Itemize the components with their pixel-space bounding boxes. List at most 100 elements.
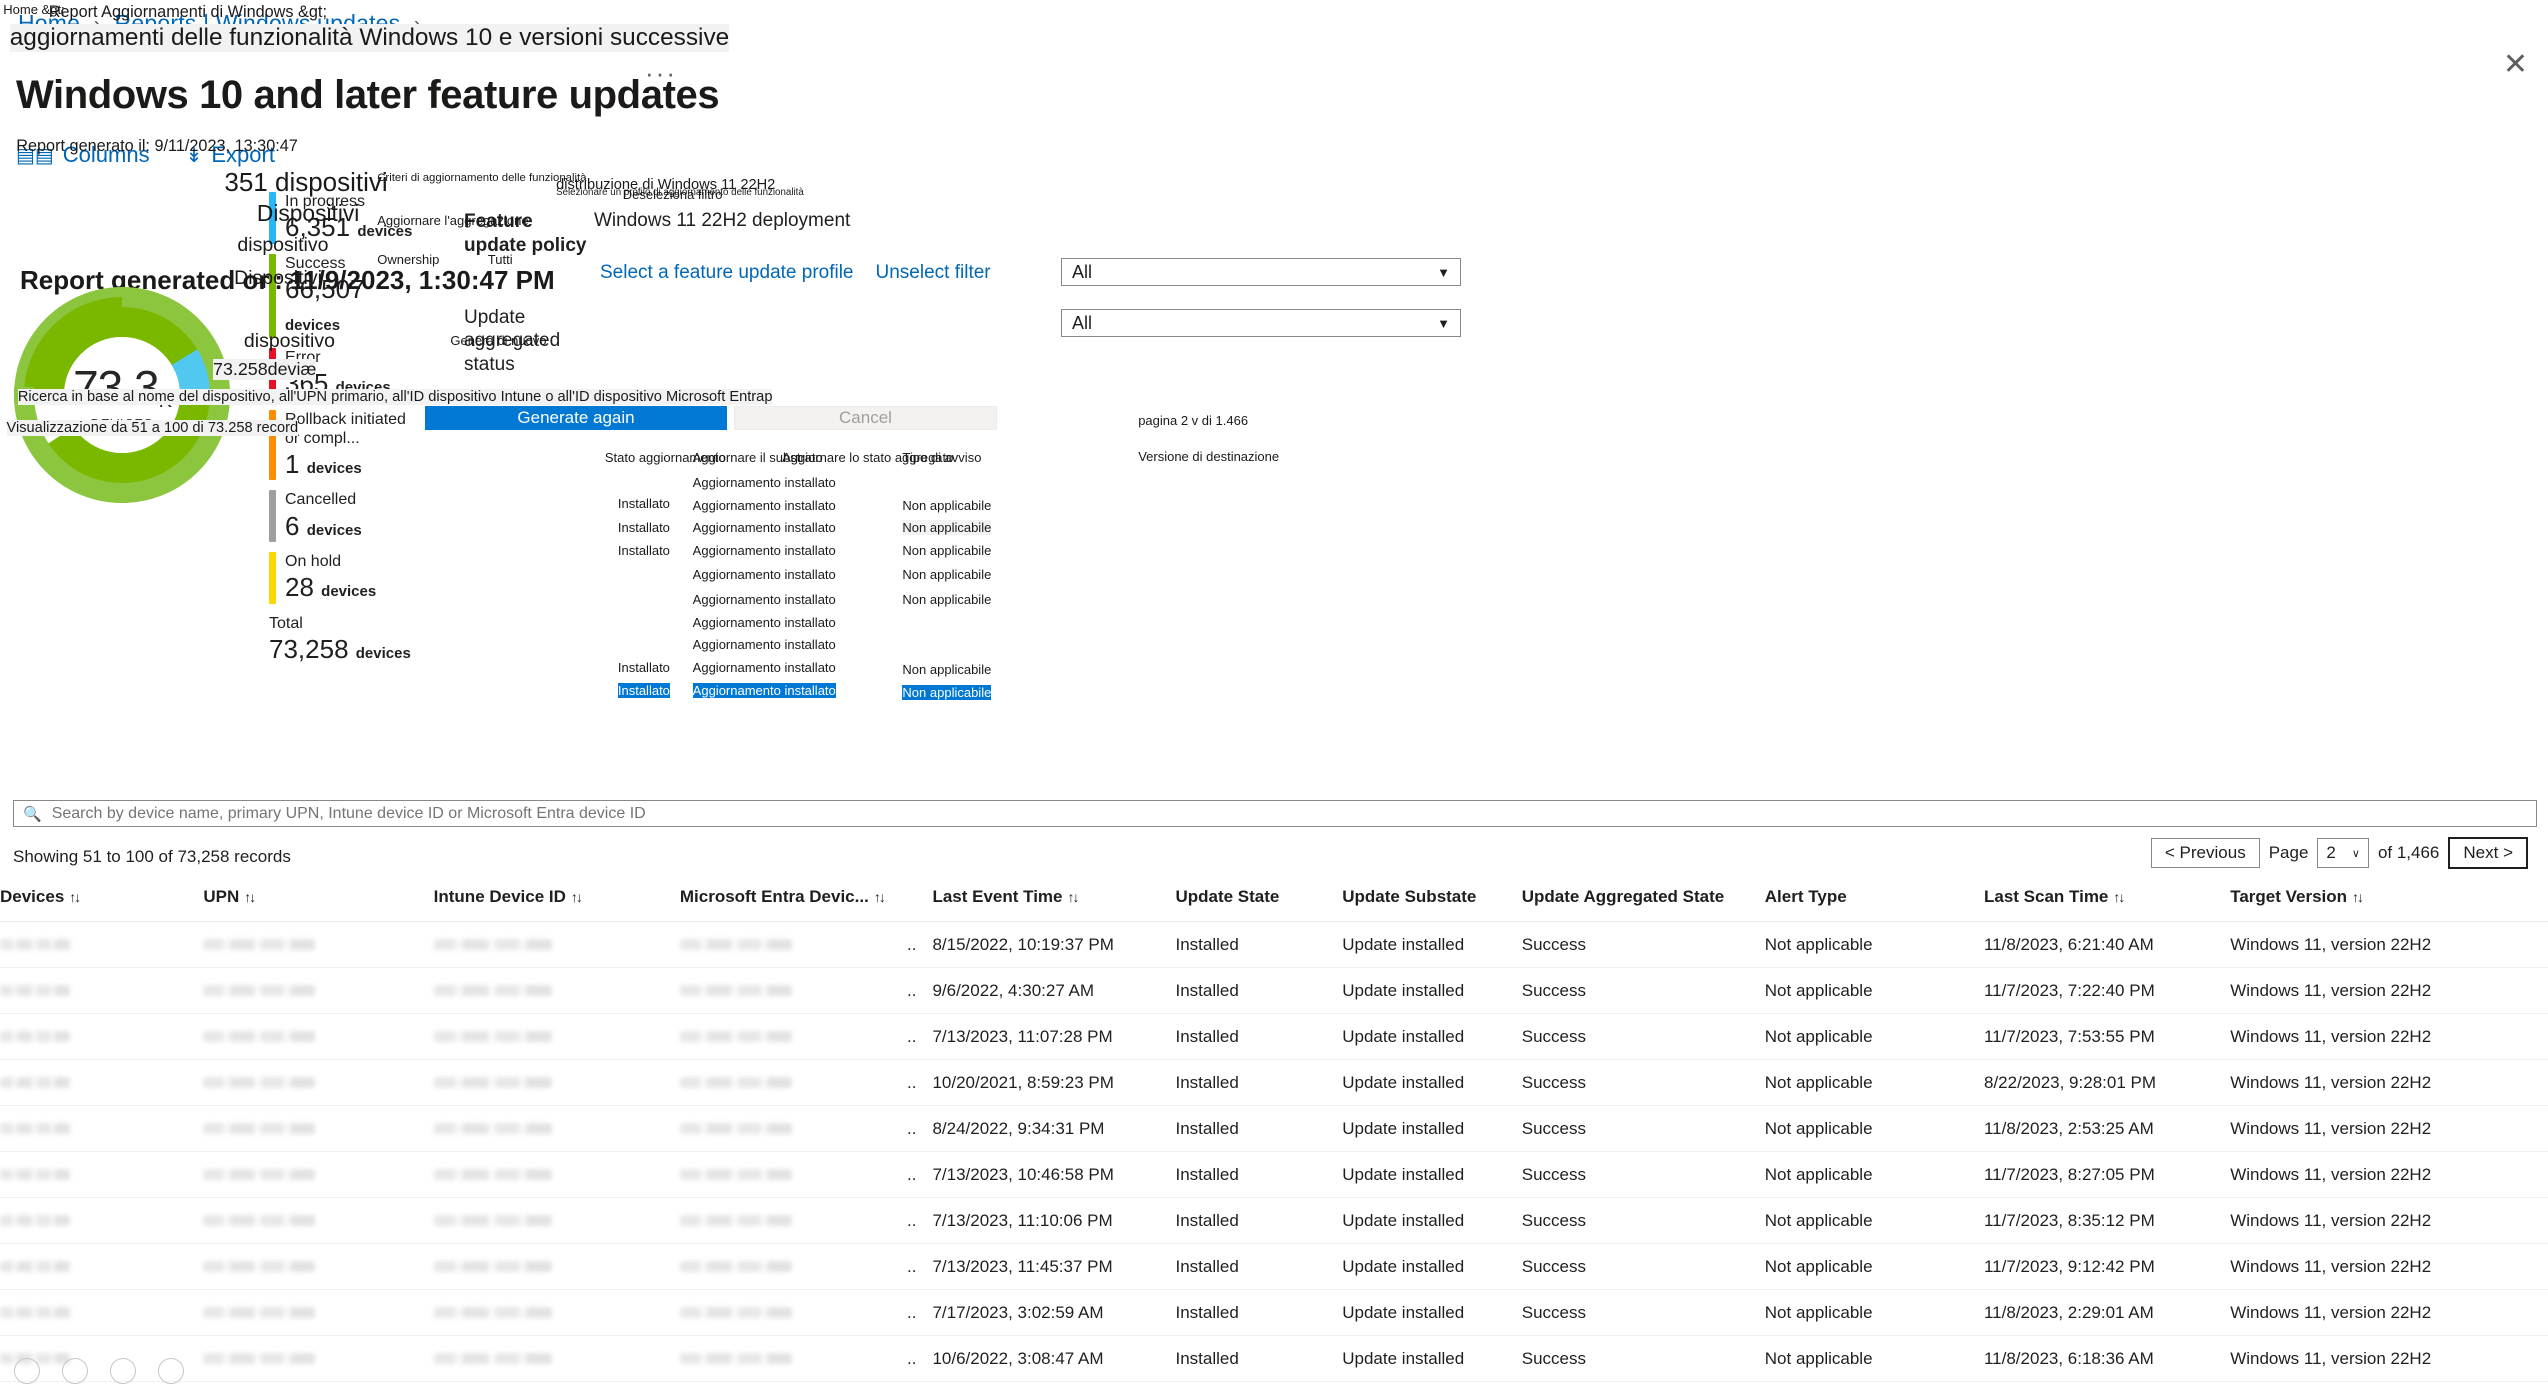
translation-overlay-text: Criteri di aggiornamento delle funzional…	[377, 172, 587, 185]
page-dot-icon[interactable]	[14, 1358, 40, 1384]
table-row[interactable]: .. 7/13/2023, 11:10:06 PM Installed Update …	[0, 1197, 2548, 1244]
cell-last-scan-time: 8/22/2023, 9:28:01 PM	[1983, 1059, 2231, 1106]
cell-alert-type: Not applicable	[1764, 1013, 1984, 1060]
search-input[interactable]	[49, 803, 2527, 824]
redacted-cell	[0, 921, 204, 968]
cell-last-event-time: 9/6/2022, 4:30:27 AM	[932, 967, 1176, 1014]
cell-alert-type: Not applicable	[1764, 1059, 1984, 1106]
sort-icon: ↑↓	[570, 889, 583, 905]
cell-alert-type: Not applicable	[1764, 1335, 1984, 1382]
sort-icon: ↑↓	[873, 889, 886, 905]
cell-update-substate: Update installed	[1342, 1335, 1522, 1382]
legend-color-swatch	[269, 490, 276, 543]
translation-overlay-text: Aggiornare lo stato aggregato	[782, 450, 954, 466]
legend-item[interactable]: Success 66,507 devices	[269, 253, 419, 338]
devices-table-element: Devices ↑↓ UPN ↑↓ Intune Device ID ↑↓ Microsof…	[0, 878, 2548, 1382]
previous-page-button[interactable]: < Previous	[2150, 838, 2260, 868]
redacted-cell	[0, 1151, 204, 1198]
column-header-upn[interactable]: UPN ↑↓	[203, 878, 434, 922]
redacted-cell	[433, 1151, 680, 1198]
column-header-devices[interactable]: Devices ↑↓	[0, 878, 204, 922]
page-number-select[interactable]: 2 ∨	[2317, 838, 2369, 868]
legend-item[interactable]: Rollback initiated or compl... 1 devices	[269, 409, 419, 481]
table-row[interactable]: .. 10/6/2022, 3:08:47 AM Installed Update i…	[0, 1335, 2548, 1382]
table-header: Devices ↑↓ UPN ↑↓ Intune Device ID ↑↓ Microsof…	[0, 878, 2548, 922]
redacted-cell	[679, 921, 908, 968]
unselect-filter-link[interactable]: Unselect filter	[876, 262, 991, 284]
columns-button[interactable]: ▤▤ Columns	[16, 142, 150, 168]
table-body: .. 8/15/2022, 10:19:37 PM Installed Update …	[0, 921, 2548, 1382]
table-row[interactable]: .. 7/13/2023, 10:46:58 PM Installed Update …	[0, 1151, 2548, 1198]
column-header-entra-device-id[interactable]: Microsoft Entra Devic... ↑↓	[679, 878, 908, 922]
cell-update-substate: Update installed	[1342, 1105, 1522, 1152]
breadcrumb-separator-icon: ›	[93, 13, 101, 36]
table-row[interactable]: .. 8/24/2022, 9:34:31 PM Installed Update i…	[0, 1105, 2548, 1152]
translation-overlay-text: pagina 2 v di 1.466	[1138, 413, 1249, 428]
breadcrumb[interactable]: Home › Reports | Windows updates ›	[18, 10, 428, 37]
legend-item-label: Cancelled	[285, 491, 357, 509]
export-button[interactable]: ↡ Export	[186, 142, 275, 168]
command-bar: ▤▤ Columns ↡ Export	[16, 142, 275, 168]
table-row[interactable]: .. 9/6/2022, 4:30:27 AM Installed Update in…	[0, 967, 2548, 1014]
select-feature-update-profile-link[interactable]: Select a feature update profile	[600, 262, 854, 284]
cell-target-version: Windows 11, version 22H2	[2230, 1059, 2548, 1106]
cell-alert-type: Not applicable	[1764, 1105, 1984, 1152]
redacted-cell	[0, 1243, 204, 1290]
column-header-target-version[interactable]: Target Version ↑↓	[2230, 878, 2548, 922]
columns-button-label: Columns	[62, 142, 150, 167]
generate-again-button[interactable]: Generate again	[425, 406, 727, 430]
column-header-update-aggregated-state: Update Aggregated State	[1521, 878, 1765, 922]
cell-last-scan-time: 11/8/2023, 6:21:40 AM	[1983, 921, 2231, 968]
legend-item-label: Rollback initiated or compl...	[285, 410, 406, 447]
breadcrumb-item-reports[interactable]: Reports | Windows updates	[115, 10, 401, 36]
redacted-cell	[203, 1335, 434, 1382]
table-row[interactable]: .. 7/13/2023, 11:07:28 PM Installed Update …	[0, 1013, 2548, 1060]
translation-overlay-text: Deseleziona filtro	[622, 186, 723, 202]
cell-update-state: Installed	[1175, 967, 1343, 1014]
redacted-cell	[203, 1059, 434, 1106]
search-box[interactable]: 🔍	[13, 800, 2537, 827]
cell-update-aggregated-state: Success	[1521, 1059, 1765, 1106]
breadcrumb-item-home[interactable]: Home	[18, 10, 80, 36]
legend-total-value: 73,258 devices	[269, 634, 411, 664]
page-dot-icon[interactable]	[110, 1358, 136, 1384]
ownership-select[interactable]: All ▼	[1061, 309, 1461, 337]
cell-last-event-time: 7/13/2023, 11:10:06 PM	[932, 1197, 1176, 1244]
pagination: < Previous Page 2 ∨ of 1,466 Next >	[2150, 837, 2528, 869]
cell-last-scan-time: 11/7/2023, 8:35:12 PM	[1983, 1197, 2231, 1244]
column-header-last-scan-time[interactable]: Last Scan Time ↑↓	[1983, 878, 2231, 922]
legend-item[interactable]: On hold 28 devices	[269, 552, 419, 604]
update-aggregated-status-select[interactable]: All ▼	[1061, 258, 1461, 286]
more-actions-icon[interactable]: ···	[645, 58, 677, 89]
cell-update-state: Installed	[1175, 1335, 1343, 1382]
legend-item-label: On hold	[285, 553, 342, 571]
page-dot-icon[interactable]	[62, 1358, 88, 1384]
column-header-last-event-time[interactable]: Last Event Time ↑↓	[932, 878, 1176, 922]
total-pages-label: of 1,466	[2377, 843, 2440, 862]
legend-item[interactable]: Cancelled 6 devices	[269, 490, 419, 543]
donut-total-value: 73.3K	[73, 360, 172, 413]
translation-overlay-text: Aggiornamento installato	[692, 660, 836, 676]
translation-overlay-text: Non applicabile	[902, 567, 992, 583]
table-row[interactable]: .. 10/20/2021, 8:59:23 PM Installed Update …	[0, 1059, 2548, 1106]
next-page-button[interactable]: Next >	[2448, 837, 2528, 869]
close-icon[interactable]: ✕	[2503, 50, 2528, 80]
filter-aggregated-control: All ▼	[1061, 258, 1461, 286]
cell-target-version: Windows 11, version 22H2	[2230, 1289, 2548, 1336]
table-row[interactable]: .. 7/17/2023, 3:02:59 AM Installed Update i…	[0, 1289, 2548, 1336]
cell-last-scan-time: 11/8/2023, 6:18:36 AM	[1983, 1335, 2231, 1382]
cell-last-event-time: 10/6/2022, 3:08:47 AM	[932, 1335, 1176, 1382]
overflow-dots: ..	[907, 1105, 933, 1152]
table-row[interactable]: .. 7/13/2023, 11:45:37 PM Installed Update …	[0, 1243, 2548, 1290]
cell-alert-type: Not applicable	[1764, 1289, 1984, 1336]
translation-overlay-text: Installato	[617, 520, 670, 536]
page-dot-icon[interactable]	[158, 1358, 184, 1384]
legend-item[interactable]: In progress 6,351 devices	[269, 192, 419, 244]
column-header-update-substate: Update Substate	[1342, 878, 1522, 922]
translation-overlay-text: Non applicabile	[902, 684, 992, 700]
translation-overlay-text: Installato	[617, 660, 670, 676]
redacted-cell	[203, 1289, 434, 1336]
column-header-intune-device-id[interactable]: Intune Device ID ↑↓	[433, 878, 680, 922]
table-row[interactable]: .. 8/15/2022, 10:19:37 PM Installed Update …	[0, 921, 2548, 968]
legend-item[interactable]: Error 365 devices	[269, 347, 419, 400]
